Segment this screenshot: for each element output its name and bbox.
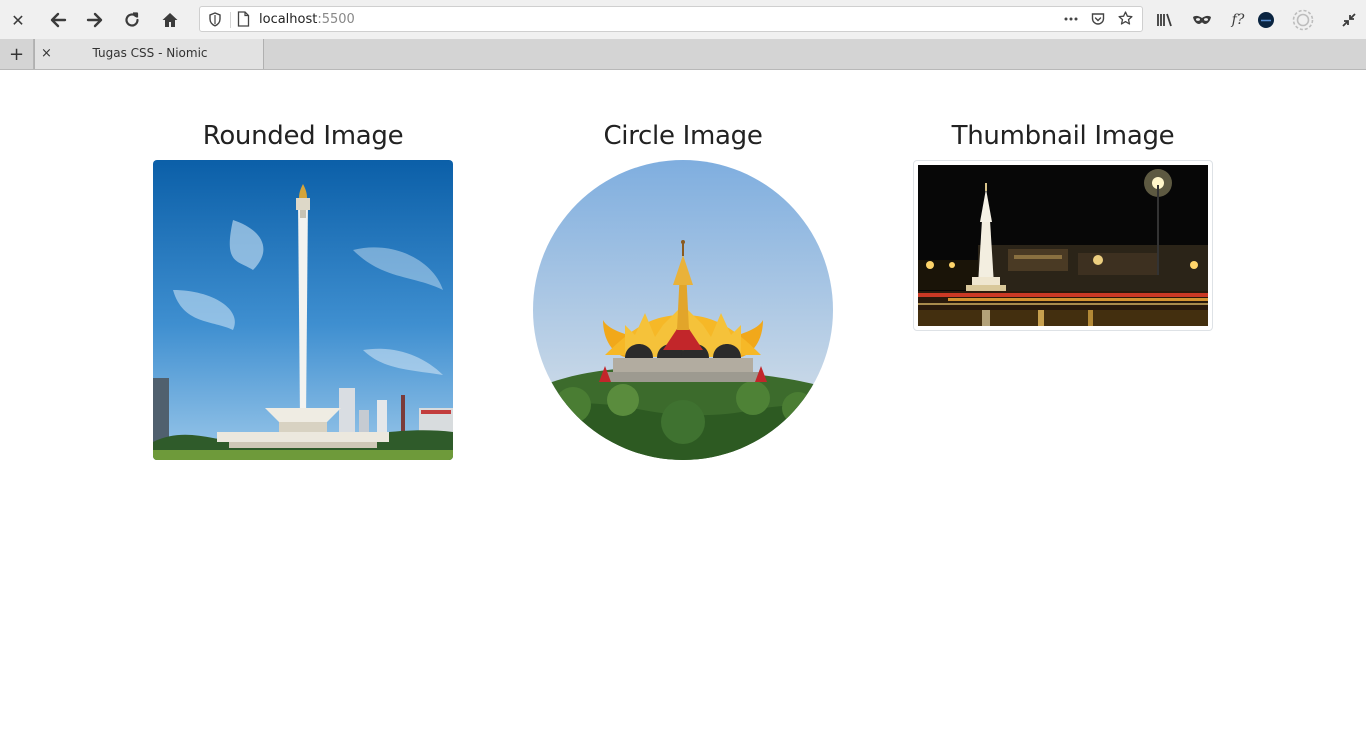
tugu-night-photo — [918, 165, 1208, 326]
url-host: localhost — [259, 12, 318, 27]
url-bar[interactable]: localhost:5500 — [199, 6, 1143, 32]
rounded-image-heading: Rounded Image — [202, 121, 404, 151]
extension-dark-button[interactable] — [1254, 8, 1278, 32]
private-mask-button[interactable] — [1190, 8, 1214, 32]
url-separator — [230, 12, 231, 28]
tab-title: Tugas CSS - Niomic — [92, 46, 208, 60]
new-tab-button[interactable]: + — [0, 39, 34, 69]
browser-toolbar: ✕ localhost:5500 f? — [0, 0, 1366, 39]
page-icon — [237, 11, 250, 27]
library-button[interactable] — [1153, 8, 1177, 32]
library-icon — [1157, 13, 1172, 27]
palembang-building-photo — [533, 160, 833, 460]
monas-photo — [153, 160, 453, 460]
col-thumbnail: Thumbnail Image — [873, 118, 1253, 154]
tab-strip: + × Tugas CSS - Niomic — [0, 39, 1366, 70]
col-circle: Circle Image — [493, 118, 873, 154]
gear-icon — [1292, 9, 1314, 31]
thumbnail-image-heading: Thumbnail Image — [951, 121, 1175, 151]
settings-button[interactable] — [1290, 7, 1316, 33]
reload-button[interactable] — [120, 8, 144, 32]
circle-image-heading: Circle Image — [603, 121, 763, 151]
thumbnail-image — [913, 160, 1213, 331]
rounded-image — [153, 160, 453, 460]
dark-circle-icon — [1258, 12, 1274, 28]
back-button[interactable] — [46, 8, 70, 32]
url-port: :5500 — [317, 12, 355, 27]
extension-fx-button[interactable]: f? — [1226, 8, 1250, 32]
collapse-arrows-icon — [1342, 13, 1356, 27]
more-actions-icon[interactable] — [1064, 17, 1078, 21]
home-button[interactable] — [158, 8, 182, 32]
forward-button[interactable] — [83, 8, 107, 32]
shield-icon[interactable] — [208, 12, 222, 27]
circle-image — [533, 160, 833, 460]
url-text[interactable]: localhost:5500 — [259, 12, 355, 27]
bookmark-star-icon[interactable] — [1118, 11, 1133, 26]
forward-arrow-icon — [86, 12, 103, 28]
collapse-button[interactable] — [1337, 8, 1361, 32]
col-rounded: Rounded Image — [113, 118, 493, 154]
home-icon — [162, 13, 178, 27]
reload-icon — [125, 12, 139, 27]
mask-icon — [1193, 15, 1211, 24]
close-window-icon[interactable]: ✕ — [6, 8, 30, 32]
tab-active[interactable]: × Tugas CSS - Niomic — [34, 39, 264, 69]
back-arrow-icon — [50, 12, 67, 28]
pocket-icon[interactable] — [1091, 12, 1105, 26]
